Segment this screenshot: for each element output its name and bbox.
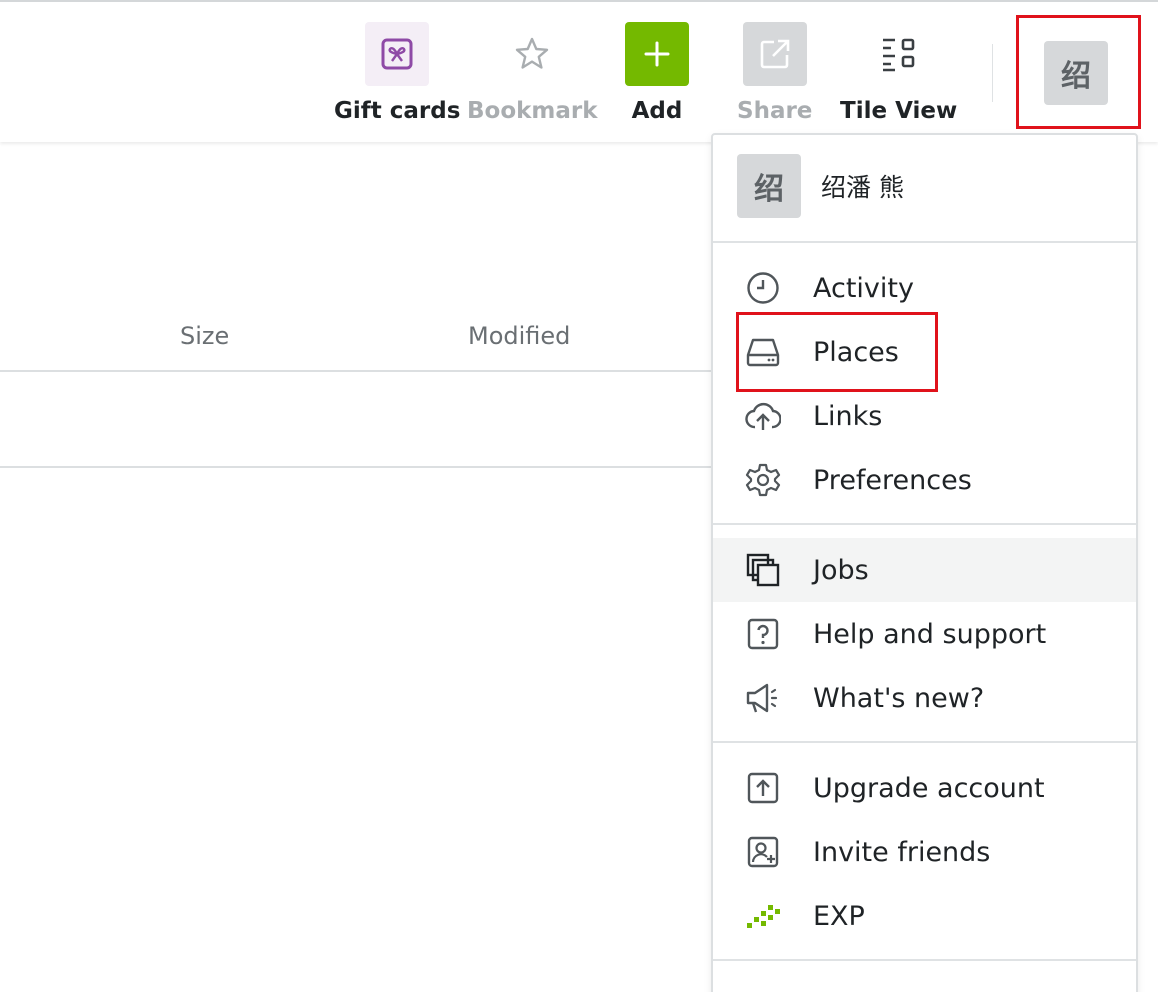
tile-view-label: Tile View bbox=[840, 98, 958, 124]
avatar-highlight-box bbox=[1016, 15, 1141, 129]
tile-view-icon bbox=[867, 22, 931, 86]
menu-item-jobs[interactable]: Jobs bbox=[713, 538, 1136, 602]
menu-item-label: Help and support bbox=[813, 618, 1047, 650]
modified-column-header[interactable]: Modified bbox=[468, 322, 570, 350]
exp-icon bbox=[745, 898, 781, 934]
user-name: 绍潘 熊 bbox=[821, 173, 904, 202]
plus-icon bbox=[625, 22, 689, 86]
megaphone-icon bbox=[745, 680, 781, 716]
menu-divider bbox=[713, 241, 1136, 243]
tile-view-button[interactable]: Tile View bbox=[840, 22, 957, 124]
toolbar-divider bbox=[992, 44, 993, 102]
menu-item-upgrade[interactable]: Upgrade account bbox=[713, 756, 1136, 820]
menu-divider bbox=[713, 741, 1136, 743]
share-icon bbox=[742, 22, 807, 86]
invite-icon bbox=[745, 834, 781, 870]
menu-item-label: Upgrade account bbox=[813, 772, 1045, 804]
header-divider bbox=[0, 370, 712, 372]
size-column-header[interactable]: Size bbox=[180, 322, 229, 350]
menu-item-label: What's new? bbox=[813, 682, 985, 714]
menu-item-label: EXP bbox=[813, 900, 865, 932]
user-avatar: 绍 bbox=[737, 154, 801, 218]
places-highlight-box bbox=[736, 312, 938, 392]
menu-item-label: Invite friends bbox=[813, 836, 991, 868]
upgrade-icon bbox=[745, 770, 781, 806]
account-menu: 绍 绍潘 熊 Activity Places Links Preferences bbox=[711, 133, 1138, 992]
share-button[interactable]: Share bbox=[737, 22, 812, 124]
row-divider bbox=[0, 466, 712, 468]
question-icon bbox=[745, 616, 781, 652]
cloud-upload-icon bbox=[745, 398, 781, 434]
menu-item-label: Jobs bbox=[813, 554, 869, 586]
menu-divider bbox=[713, 523, 1136, 525]
menu-divider bbox=[713, 959, 1136, 961]
menu-item-invite-friends[interactable]: Invite friends bbox=[713, 820, 1136, 884]
gift-cards-label: Gift cards bbox=[334, 98, 461, 124]
menu-item-activity[interactable]: Activity bbox=[713, 256, 1136, 320]
menu-item-label: Preferences bbox=[813, 464, 972, 496]
clock-icon bbox=[745, 270, 781, 306]
share-label: Share bbox=[737, 98, 813, 124]
gift-icon bbox=[365, 22, 430, 86]
bookmark-label: Bookmark bbox=[467, 98, 598, 124]
gift-cards-button[interactable]: Gift cards bbox=[334, 22, 460, 124]
top-toolbar: Gift cards Bookmark Add Share Tile View … bbox=[0, 0, 1158, 142]
stacked-squares-icon bbox=[745, 552, 781, 588]
menu-item-help[interactable]: Help and support bbox=[713, 602, 1136, 666]
add-button[interactable]: Add bbox=[625, 22, 689, 124]
menu-item-label: Activity bbox=[813, 272, 914, 304]
bookmark-button[interactable]: Bookmark bbox=[467, 22, 598, 124]
gear-icon bbox=[745, 462, 781, 498]
menu-item-links[interactable]: Links bbox=[713, 384, 1136, 448]
menu-item-exp[interactable]: EXP bbox=[713, 884, 1136, 948]
menu-item-preferences[interactable]: Preferences bbox=[713, 448, 1136, 512]
menu-item-whats-new[interactable]: What's new? bbox=[713, 666, 1136, 730]
add-label: Add bbox=[631, 98, 683, 124]
menu-item-label: Links bbox=[813, 400, 883, 432]
star-icon bbox=[500, 22, 564, 86]
user-profile-row[interactable]: 绍 绍潘 熊 bbox=[737, 154, 904, 218]
